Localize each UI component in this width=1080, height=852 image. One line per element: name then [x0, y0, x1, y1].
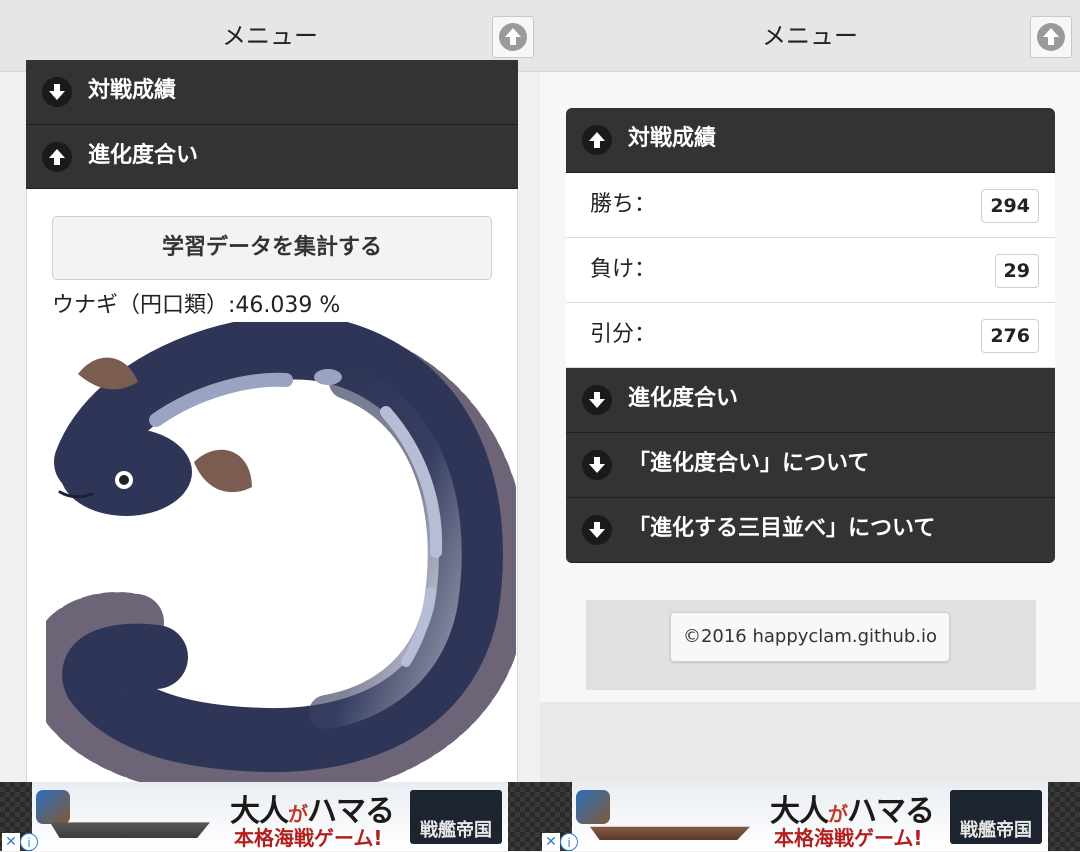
close-icon[interactable]: ✕ [542, 833, 560, 851]
ad-subtitle: 本格海戦ゲーム! [774, 826, 923, 850]
eel-illustration [46, 322, 516, 782]
ad-creative[interactable]: 大人がハマる 本格海戦ゲーム! 戦艦帝国 [572, 782, 1048, 851]
arrow-down-icon [582, 385, 612, 415]
stat-label: 勝ち： [590, 192, 657, 217]
arrow-up-icon [42, 142, 72, 172]
ad-creative[interactable]: 大人がハマる 本格海戦ゲーム! 戦艦帝国 [32, 782, 508, 851]
accordion-evolution[interactable]: 進化度合い [26, 125, 518, 189]
accordion-evolution[interactable]: 進化度合い [566, 368, 1055, 433]
aircraft-carrier-image [590, 826, 750, 840]
accordion-label: 進化度合い [628, 386, 739, 411]
ad-banner[interactable]: 大人がハマる 本格海戦ゲーム! 戦艦帝国 ✕ i [540, 782, 1080, 851]
arrow-up-icon [1037, 23, 1065, 51]
info-icon[interactable]: i [20, 833, 38, 851]
stat-label: 負け： [590, 257, 657, 282]
scroll-top-button[interactable] [1030, 16, 1072, 58]
header-bar: メニュー [540, 0, 1080, 72]
accordion-label: 対戦成績 [88, 78, 177, 103]
eel-top-fin [78, 357, 138, 390]
info-icon[interactable]: i [560, 833, 578, 851]
game-logo: 戦艦帝国 [410, 790, 502, 844]
game-app-icon [36, 790, 70, 824]
ad-banner[interactable]: 大人がハマる 本格海戦ゲーム! 戦艦帝国 ✕ i [0, 782, 540, 851]
accordion-label: 対戦成績 [628, 126, 717, 151]
arrow-down-icon [42, 77, 72, 107]
close-icon[interactable]: ✕ [2, 833, 20, 851]
ad-subtitle: 本格海戦ゲーム! [234, 826, 383, 850]
accordion-battle-results[interactable]: 対戦成績 [566, 108, 1055, 173]
accordion-label: 進化度合い [88, 143, 199, 168]
eel-side-fin [194, 449, 252, 493]
stat-label: 引分： [590, 322, 657, 347]
stat-count-badge: 294 [981, 189, 1039, 223]
arrow-down-icon [582, 450, 612, 480]
arrow-up-icon [582, 125, 612, 155]
arrow-down-icon [582, 515, 612, 545]
stat-count-badge: 29 [994, 254, 1039, 288]
accordion-about-evolution[interactable]: 「進化度合い」について [566, 433, 1055, 498]
accordion-battle-results[interactable]: 対戦成績 [26, 60, 518, 125]
menu-title[interactable]: メニュー [540, 0, 1080, 72]
stat-row-draws: 引分： 276 [566, 303, 1055, 368]
accordion-about-game[interactable]: 「進化する三目並べ」について [566, 498, 1055, 563]
stat-row-losses: 負け： 29 [566, 238, 1055, 303]
game-app-icon [576, 790, 610, 824]
game-logo: 戦艦帝国 [950, 790, 1042, 844]
accordion-label: 「進化する三目並べ」について [628, 516, 936, 541]
aggregate-learning-data-button[interactable]: 学習データを集計する [52, 216, 492, 280]
arrow-up-icon [499, 23, 527, 51]
stat-count-badge: 276 [981, 319, 1039, 353]
stat-row-wins: 勝ち： 294 [566, 173, 1055, 238]
accordion-label: 「進化度合い」について [628, 451, 870, 476]
copyright-button[interactable]: ©2016 happyclam.github.io [670, 612, 950, 662]
result-text: ウナギ（円口類）:46.039 % [52, 293, 341, 318]
left-screen: メニュー 対戦成績 進化度合い 学習データを集計する ウナギ（円口類）:46.0… [0, 0, 540, 851]
battleship-image [50, 822, 210, 838]
scroll-top-button[interactable] [492, 16, 534, 58]
